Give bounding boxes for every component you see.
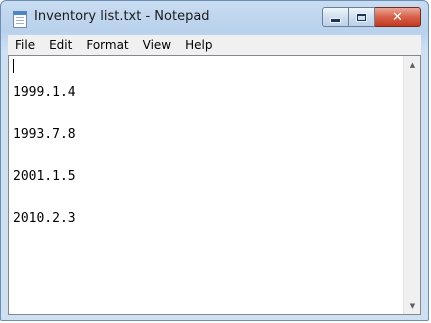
maximize-button[interactable] bbox=[349, 7, 375, 27]
minimize-icon bbox=[331, 18, 340, 22]
text-line: 2010.2.3 bbox=[13, 211, 76, 226]
notepad-icon[interactable] bbox=[13, 11, 27, 28]
text-editor[interactable]: 1999.1.4 1993.7.8 2001.1.5 2010.2.3 ▲ ▼ bbox=[8, 55, 421, 315]
menu-format[interactable]: Format bbox=[79, 35, 135, 55]
window-title: Inventory list.txt - Notepad bbox=[34, 9, 210, 24]
window-controls: ✕ bbox=[322, 7, 421, 27]
menu-view[interactable]: View bbox=[136, 35, 178, 55]
close-button[interactable]: ✕ bbox=[375, 7, 421, 27]
maximize-icon bbox=[357, 13, 366, 21]
text-line: 1993.7.8 bbox=[13, 127, 76, 142]
title-bar[interactable]: Inventory list.txt - Notepad ✕ bbox=[1, 1, 428, 35]
scroll-down-arrow-icon[interactable]: ▼ bbox=[404, 297, 421, 314]
scroll-up-arrow-icon[interactable]: ▲ bbox=[404, 56, 421, 73]
menu-bar: File Edit Format View Help bbox=[8, 35, 421, 55]
text-line: 2001.1.5 bbox=[13, 169, 76, 184]
text-caret bbox=[13, 59, 14, 73]
menu-help[interactable]: Help bbox=[178, 35, 219, 55]
menu-edit[interactable]: Edit bbox=[42, 35, 79, 55]
text-area[interactable]: 1999.1.4 1993.7.8 2001.1.5 2010.2.3 bbox=[13, 58, 398, 312]
vertical-scrollbar[interactable]: ▲ ▼ bbox=[403, 56, 420, 314]
text-line: 1999.1.4 bbox=[13, 85, 76, 100]
minimize-button[interactable] bbox=[322, 7, 349, 27]
menu-file[interactable]: File bbox=[8, 35, 42, 55]
notepad-window: Inventory list.txt - Notepad ✕ File Edit… bbox=[0, 0, 429, 321]
close-icon: ✕ bbox=[392, 9, 403, 25]
